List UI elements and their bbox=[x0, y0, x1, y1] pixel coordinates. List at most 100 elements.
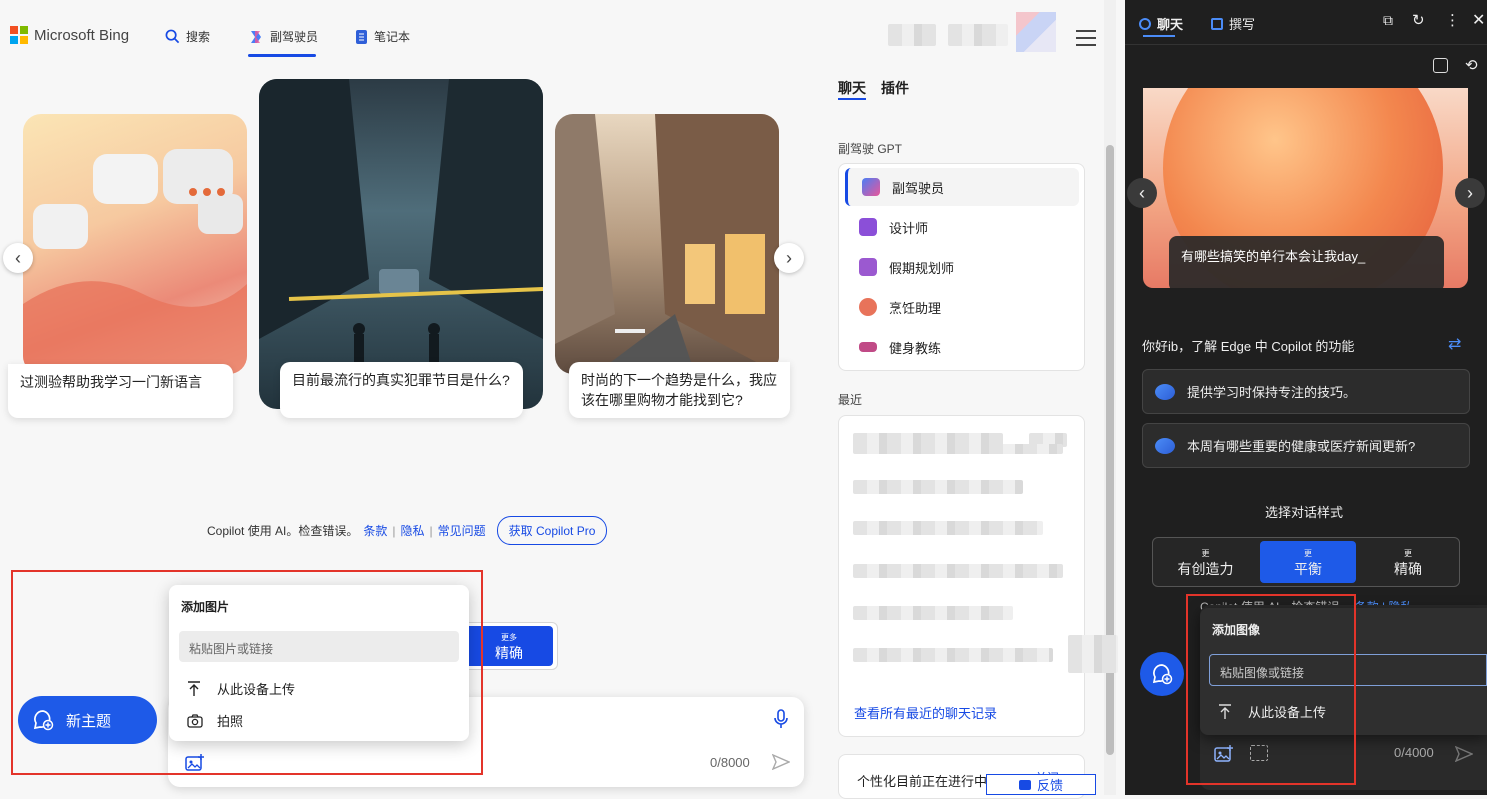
apps-icon[interactable] bbox=[1433, 58, 1448, 73]
nav-search-label: 搜索 bbox=[186, 30, 211, 44]
disclaimer: Copilot 使用 AI。检查错误。 条款 | 隐私 | 常见问题 获取 Co… bbox=[207, 516, 608, 545]
nav-notebook[interactable]: 笔记本 bbox=[355, 28, 410, 45]
bing-logo[interactable]: Microsoft Bing bbox=[10, 26, 129, 44]
card-caption-text: 目前最流行的真实犯罪节目是什么? bbox=[292, 372, 510, 388]
nav-copilot-label: 副驾驶员 bbox=[270, 30, 319, 44]
style-precise-button[interactable]: 更 精确 bbox=[1358, 538, 1458, 586]
card-caption-fashion[interactable]: 时尚的下一个趋势是什么，我应该在哪里购物才能找到它? bbox=[569, 362, 790, 418]
card-caption-text: 过测验帮助我学习一门新语言 bbox=[20, 374, 202, 390]
compose-icon bbox=[1211, 17, 1223, 30]
notebook-icon bbox=[356, 29, 367, 44]
gpt-list: 副驾驶员 设计师 假期规划师 烹饪助理 健身教练 bbox=[838, 163, 1085, 371]
feedback-button[interactable]: 反馈 bbox=[986, 774, 1096, 795]
recent-chat-item[interactable] bbox=[853, 521, 1043, 535]
donut-icon bbox=[859, 298, 877, 316]
sidebar-tab-compose[interactable]: 撰写 bbox=[1211, 14, 1255, 33]
style-title: 选择对话样式 bbox=[1265, 505, 1344, 520]
sidebar-new-topic-button[interactable] bbox=[1140, 652, 1184, 696]
card-caption-crime[interactable]: 目前最流行的真实犯罪节目是什么? bbox=[280, 362, 523, 418]
card-image-crime[interactable] bbox=[259, 79, 543, 409]
sidebar-tab-chat[interactable]: 聊天 bbox=[1139, 14, 1183, 33]
refresh-icon[interactable]: ↻ bbox=[1412, 11, 1425, 29]
recent-chats-list: 查看所有最近的聊天记录 bbox=[838, 415, 1085, 737]
nav-copilot[interactable]: 副驾驶员 bbox=[248, 28, 318, 45]
suggestion-health-news[interactable]: 本周有哪些重要的健康或医疗新闻更新? bbox=[1142, 423, 1470, 468]
recent-chat-item[interactable] bbox=[853, 480, 1023, 494]
search-icon bbox=[165, 29, 180, 44]
feedback-icon bbox=[1019, 779, 1031, 790]
sidebar-tab-underline bbox=[1143, 35, 1175, 37]
recent-chat-item[interactable] bbox=[853, 648, 1053, 662]
feedback-label: 反馈 bbox=[1037, 778, 1064, 793]
designer-icon bbox=[859, 218, 877, 236]
highlight-box bbox=[11, 570, 483, 775]
refresh-suggestions-icon[interactable]: ⇄ bbox=[1448, 334, 1461, 354]
sidebar-next-button[interactable]: › bbox=[1455, 178, 1485, 208]
suggestion-image[interactable]: 有哪些搞笑的单行本会让我day_ bbox=[1143, 88, 1468, 288]
carousel-next-button[interactable]: › bbox=[774, 243, 804, 273]
street-scene-illustration bbox=[259, 79, 543, 364]
more-options-icon[interactable]: ⋮ bbox=[1445, 11, 1460, 29]
sidebar-tab-chat-label: 聊天 bbox=[1157, 17, 1184, 32]
style-creative-button[interactable]: 更 有创造力 bbox=[1153, 538, 1258, 586]
privacy-link[interactable]: 隐私 bbox=[401, 522, 425, 539]
view-all-chats-link[interactable]: 查看所有最近的聊天记录 bbox=[854, 703, 997, 722]
carousel-prev-button[interactable]: ‹ bbox=[3, 243, 33, 273]
style-balanced-button[interactable]: 更 平衡 bbox=[1260, 541, 1356, 583]
close-icon[interactable]: ✕ bbox=[1472, 10, 1485, 30]
microphone-icon[interactable] bbox=[774, 709, 788, 729]
open-in-new-icon[interactable]: ⧉ bbox=[1383, 12, 1393, 29]
char-counter: 0/8000 bbox=[710, 755, 750, 770]
suggestion-text: 本周有哪些重要的健康或医疗新闻更新? bbox=[1187, 439, 1416, 454]
card-caption-text: 时尚的下一个趋势是什么，我应该在哪里购物才能找到它? bbox=[581, 372, 777, 408]
disclaimer-text: Copilot 使用 AI。检查错误。 bbox=[207, 524, 359, 538]
card-caption-language[interactable]: 过测验帮助我学习一门新语言 bbox=[8, 364, 233, 418]
edge-copilot-sidebar: 聊天 撰写 ⧉ ↻ ⋮ ✕ ⟲ 有哪些搞笑的单行本会让我day_ ‹ › 你好i… bbox=[1125, 0, 1487, 795]
gpt-label: 设计师 bbox=[889, 220, 929, 236]
style-small: 更 bbox=[1404, 549, 1412, 558]
recent-chat-item[interactable] bbox=[853, 444, 1063, 454]
dumbbell-icon bbox=[859, 342, 877, 352]
nav-search[interactable]: 搜索 bbox=[165, 28, 210, 45]
nav-active-indicator bbox=[248, 54, 316, 57]
header: Microsoft Bing 搜索 副驾驶员 笔记本 bbox=[0, 0, 1104, 62]
avatar[interactable] bbox=[1016, 12, 1056, 52]
copilot-icon bbox=[251, 30, 261, 43]
recent-chat-item[interactable] bbox=[853, 606, 1013, 620]
sidebar-divider bbox=[1125, 44, 1487, 45]
tab-plugins[interactable]: 插件 bbox=[881, 78, 909, 98]
chevron-left-icon: ‹ bbox=[15, 247, 21, 268]
chat-bubble-icon bbox=[1155, 437, 1175, 454]
gpt-fitness-coach[interactable]: 健身教练 bbox=[845, 328, 1079, 366]
history-icon[interactable]: ⟲ bbox=[1465, 56, 1478, 74]
card-image-fashion[interactable] bbox=[555, 114, 779, 374]
sidebar-highlight-box bbox=[1186, 594, 1356, 785]
suggestion-focus-tips[interactable]: 提供学习时保持专注的技巧。 bbox=[1142, 369, 1470, 414]
shopping-street-illustration bbox=[555, 114, 779, 374]
tab-chat-underline bbox=[838, 98, 866, 100]
faq-link[interactable]: 常见问题 bbox=[438, 522, 486, 539]
gpt-cooking-assistant[interactable]: 烹饪助理 bbox=[845, 288, 1079, 326]
gpt-label: 健身教练 bbox=[889, 340, 942, 356]
gpt-designer[interactable]: 设计师 bbox=[845, 208, 1079, 246]
recent-chat-item[interactable] bbox=[853, 564, 1063, 578]
greeting-text: 你好ib，了解 Edge 中 Copilot 的功能 bbox=[1142, 339, 1355, 354]
style-label: 有创造力 bbox=[1177, 561, 1234, 577]
tab-chat[interactable]: 聊天 bbox=[838, 78, 866, 98]
chevron-left-icon: ‹ bbox=[1139, 182, 1145, 203]
main-scrollbar[interactable] bbox=[1104, 0, 1116, 795]
send-icon[interactable] bbox=[1455, 746, 1473, 762]
send-icon[interactable] bbox=[772, 754, 790, 770]
nav-notebook-label: 笔记本 bbox=[374, 30, 411, 44]
gpt-copilot[interactable]: 副驾驶员 bbox=[845, 168, 1079, 206]
gpt-vacation-planner[interactable]: 假期规划师 bbox=[845, 248, 1079, 286]
terms-link[interactable]: 条款 bbox=[363, 522, 387, 539]
get-copilot-pro-button[interactable]: 获取 Copilot Pro bbox=[496, 516, 608, 545]
sidebar-prev-button[interactable]: ‹ bbox=[1127, 178, 1157, 208]
copilot-icon bbox=[862, 178, 880, 196]
card-image-language[interactable] bbox=[23, 114, 247, 374]
recent-heading: 最近 bbox=[838, 393, 863, 407]
menu-icon[interactable] bbox=[1076, 30, 1096, 51]
speech-bubbles-illustration bbox=[23, 149, 247, 374]
image-caption: 有哪些搞笑的单行本会让我day_ bbox=[1169, 236, 1444, 288]
